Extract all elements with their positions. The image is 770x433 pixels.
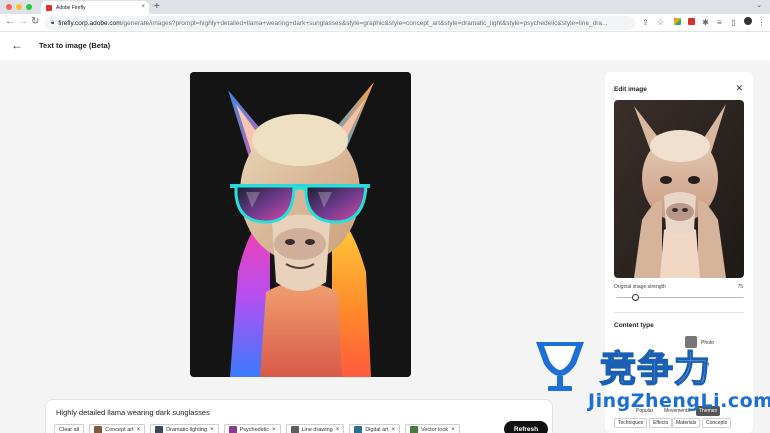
profile-avatar[interactable] [742, 17, 753, 28]
style-chips: Clear all Concept art × Dramatic lighting… [54, 424, 460, 433]
style-chip[interactable]: Psychedelic × [223, 424, 281, 433]
style-chip[interactable]: Digital art × [349, 424, 400, 433]
strength-label: Original image strength [614, 284, 666, 290]
style-thumbnail [354, 426, 363, 433]
prompt-input[interactable]: Highly detailed llama wearing dark sungl… [56, 408, 210, 417]
bookmark-star-icon[interactable]: ☆ [655, 17, 666, 28]
sidepanel-icon[interactable]: ▯ [728, 17, 739, 28]
chip-label: Psychedelic [239, 427, 269, 433]
close-window-button[interactable] [6, 4, 12, 10]
minimize-window-button[interactable] [16, 4, 22, 10]
address-bar[interactable]: 🔒︎ firefly.corp.adobe.com/generate/image… [45, 16, 635, 30]
chip-remove-icon[interactable]: × [210, 427, 214, 433]
close-icon[interactable]: ✕ [735, 83, 743, 94]
style-chip[interactable]: Vector look × [404, 424, 460, 433]
reload-icon[interactable]: ↻ [31, 16, 39, 27]
chip-label: Line drawing [301, 427, 333, 433]
forward-nav-icon[interactable]: → [18, 16, 28, 27]
lock-icon: 🔒︎ [51, 19, 55, 26]
styles-tab-movements[interactable]: Movements [661, 406, 693, 416]
browser-toolbar: ← → ↻ 🔒︎ firefly.corp.adobe.com/generate… [0, 14, 770, 32]
prompt-box: Highly detailed llama wearing dark sungl… [45, 399, 553, 433]
chip-label: Concept art [105, 427, 134, 433]
style-chip[interactable]: Line drawing × [285, 424, 345, 433]
styles-tab-popular[interactable]: Popular [633, 406, 656, 416]
filter-materials[interactable]: Materials [672, 418, 701, 428]
llama-photo [614, 100, 744, 278]
filter-effects[interactable]: Effects [649, 418, 673, 428]
chip-remove-icon[interactable]: × [451, 427, 455, 433]
styles-tab-themes[interactable]: Themes [696, 406, 721, 416]
content-type-art-label[interactable]: Art [703, 362, 709, 368]
filter-concepts[interactable]: Concepts [702, 418, 732, 428]
extension-red-icon[interactable] [686, 17, 697, 28]
page-title: Text to image (Beta) [39, 41, 111, 50]
style-chip[interactable]: Concept art × [89, 424, 146, 433]
refresh-button[interactable]: Refresh [504, 421, 548, 433]
style-thumbnail [290, 426, 299, 433]
edit-image-panel: Edit image ✕ Original image strength 75 … [605, 72, 753, 433]
style-thumbnail [228, 426, 237, 433]
trophy-logo-icon [536, 342, 584, 391]
strength-value: 75 [737, 284, 743, 290]
panel-title: Edit image [614, 86, 647, 93]
browser-tab[interactable]: Adobe Firefly × [41, 1, 149, 14]
new-tab-button[interactable]: + [154, 1, 160, 12]
generated-image[interactable] [190, 72, 411, 377]
clear-all-button[interactable]: Clear all [54, 424, 85, 433]
content-type-photo-thumb[interactable] [685, 336, 697, 348]
style-thumbnail [409, 426, 418, 433]
app-header: ← Text to image (Beta) [0, 32, 770, 60]
extension-color-icon[interactable] [672, 17, 683, 28]
llama-illustration [190, 72, 411, 377]
reading-list-icon[interactable]: ≡ [714, 17, 725, 28]
back-arrow-icon[interactable]: ← [11, 38, 23, 52]
share-icon[interactable]: ⇪ [640, 17, 651, 28]
style-thumbnail [155, 426, 164, 433]
chip-remove-icon[interactable]: × [391, 427, 395, 433]
chip-label: Digital art [365, 427, 389, 433]
chip-label: Dramatic lighting [166, 427, 208, 433]
content-type-heading: Content type [614, 322, 654, 329]
extensions-puzzle-icon[interactable]: ✱ [700, 17, 711, 28]
chip-remove-icon[interactable]: × [272, 427, 276, 433]
divider [614, 312, 744, 313]
tab-title: Adobe Firefly [56, 4, 86, 11]
browser-tab-bar: Adobe Firefly × + ⌄ [0, 0, 770, 14]
style-chip[interactable]: Dramatic lighting × [150, 424, 219, 433]
browser-menu-icon[interactable]: ⋮ [756, 17, 767, 28]
chip-remove-icon[interactable]: × [137, 427, 141, 433]
tab-search-chevron-icon[interactable]: ⌄ [756, 1, 762, 9]
chip-remove-icon[interactable]: × [336, 427, 340, 433]
back-nav-icon[interactable]: ← [5, 16, 15, 27]
style-thumbnail [94, 426, 103, 433]
url-host: firefly.corp.adobe.com [58, 19, 122, 27]
strength-slider-handle[interactable] [632, 294, 640, 301]
chip-label: Vector look [420, 427, 449, 433]
filter-techniques[interactable]: Techniques [614, 418, 648, 428]
tab-close-icon[interactable]: × [141, 4, 145, 10]
url-path: /generate/images?prompt=highly+detailed+… [121, 19, 608, 27]
content-type-photo-label[interactable]: Photo [701, 340, 714, 346]
reference-image[interactable] [614, 100, 744, 278]
adobe-favicon-icon [46, 4, 52, 11]
maximize-window-button[interactable] [26, 4, 32, 10]
